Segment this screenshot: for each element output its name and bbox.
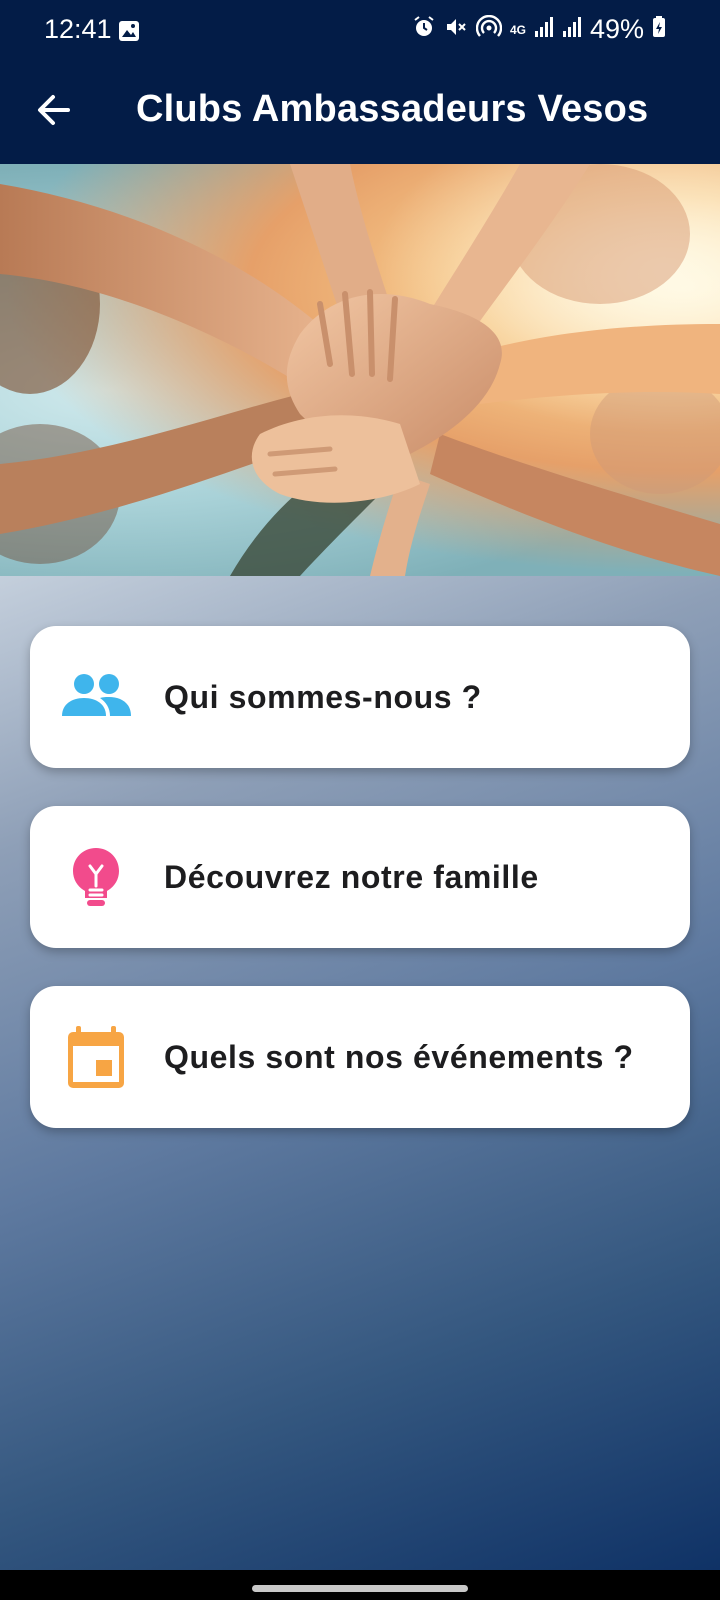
hands-stacked-together-photo — [0, 164, 720, 576]
system-nav-bar — [0, 1570, 720, 1600]
status-bar: 12:41 4G 49% — [0, 0, 720, 64]
hotspot-icon — [475, 14, 503, 44]
network-type: 4G — [509, 22, 526, 37]
menu-item-nos-evenements[interactable]: Quels sont nos événements ? — [30, 986, 690, 1128]
alarm-icon — [412, 15, 436, 44]
gallery-icon — [118, 20, 140, 47]
signal-icon — [562, 16, 582, 43]
lightbulb-icon — [60, 842, 132, 914]
home-gesture-handle[interactable] — [252, 1585, 468, 1592]
calendar-icon — [60, 1022, 132, 1094]
battery-icon — [652, 16, 666, 43]
mute-icon — [444, 15, 468, 44]
back-button[interactable] — [32, 88, 76, 132]
menu-item-label: Qui sommes-nous ? — [164, 679, 482, 715]
menu-item-qui-sommes-nous[interactable]: Qui sommes-nous ? — [30, 626, 690, 768]
signal-icon — [534, 16, 554, 43]
arrow-left-icon — [38, 95, 70, 125]
menu-item-label: Quels sont nos événements ? — [164, 1039, 634, 1075]
menu-item-decouvrez-notre-famille[interactable]: Découvrez notre famille — [30, 806, 690, 948]
battery-percentage: 49% — [589, 14, 644, 44]
page-title: Clubs Ambassadeurs Vesos — [136, 88, 649, 130]
main-content: Qui sommes-nous ? Découvrez notre famill… — [0, 576, 720, 1570]
hero-image — [0, 164, 720, 576]
status-time: 12:41 — [44, 14, 112, 44]
status-icons: 4G 49% — [412, 14, 666, 45]
app-bar: Clubs Ambassadeurs Vesos — [0, 64, 720, 164]
people-icon — [60, 662, 132, 734]
menu-item-label: Découvrez notre famille — [164, 859, 539, 895]
